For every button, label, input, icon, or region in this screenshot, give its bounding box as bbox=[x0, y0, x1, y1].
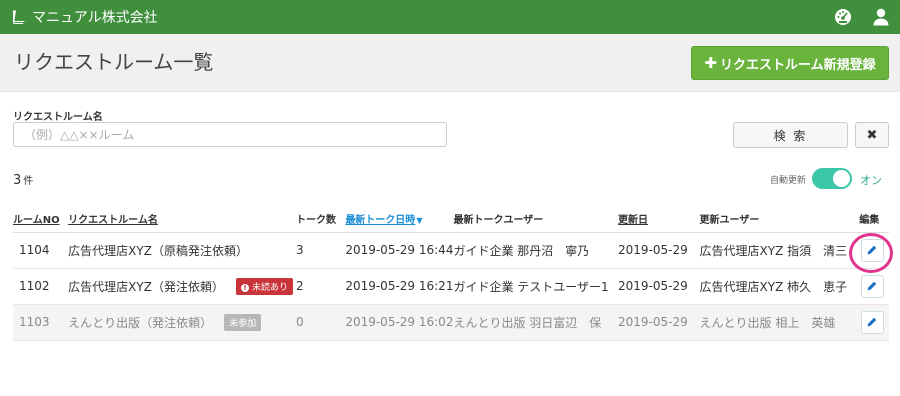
cell-edit bbox=[849, 304, 889, 341]
toggle-knob bbox=[833, 170, 850, 187]
cell-updated-user: えんとり出版 相上 英雄 bbox=[699, 304, 850, 341]
new-request-room-label: リクエストルーム新規登録 bbox=[719, 57, 876, 73]
auto-update-state: オン bbox=[860, 174, 882, 187]
table-row[interactable]: 1103 えんとり出版（発注依頼） 未参加 0 2019-05-29 16:02 … bbox=[13, 304, 889, 341]
auto-update-label: 自動更新 bbox=[770, 176, 807, 186]
room-name-label: リクエストルーム名 bbox=[13, 112, 103, 123]
cell-room-no: 1102 bbox=[13, 268, 69, 305]
brand[interactable]: マニュアル株式会社 bbox=[0, 7, 158, 27]
search-button[interactable]: 検 索 bbox=[733, 122, 848, 148]
pencil-icon bbox=[867, 317, 877, 327]
table-row[interactable]: 1104 広告代理店XYZ（原稿発注依頼） 3 2019-05-29 16:44… bbox=[13, 232, 889, 269]
cell-room-name: 広告代理店XYZ（原稿発注依頼） bbox=[68, 232, 297, 269]
column-room-no[interactable]: ルームNO bbox=[13, 206, 69, 233]
plus-icon: ✚ bbox=[704, 54, 717, 72]
page-title: リクエストルーム一覧 bbox=[14, 50, 214, 74]
user-icon[interactable] bbox=[872, 8, 890, 26]
new-request-room-button[interactable]: ✚ リクエストルーム新規登録 bbox=[691, 46, 889, 80]
column-updated[interactable]: 更新日 bbox=[618, 206, 700, 233]
room-name-text: えんとり出版（発注依頼） bbox=[68, 315, 213, 330]
column-edit: 編集 bbox=[849, 206, 889, 233]
edit-button[interactable] bbox=[860, 310, 884, 334]
request-room-table: ルームNO リクエストルーム名 トーク数 最新トーク日時▼ 最新トークユーザー … bbox=[13, 206, 889, 341]
cell-room-name: えんとり出版（発注依頼） 未参加 bbox=[68, 304, 297, 341]
auto-update-toggle[interactable] bbox=[812, 168, 852, 189]
cell-room-name: 広告代理店XYZ（発注依頼） ! 未読あり bbox=[68, 268, 297, 305]
book-icon bbox=[13, 10, 26, 24]
column-last-talk[interactable]: 最新トーク日時▼ bbox=[345, 206, 454, 233]
result-count-unit: 件 bbox=[23, 176, 34, 187]
info-icon: ! bbox=[240, 283, 249, 292]
cell-updated-user: 広告代理店XYZ 指須 清三 bbox=[699, 232, 850, 269]
column-last-user: 最新トークユーザー bbox=[453, 206, 619, 233]
edit-button[interactable] bbox=[860, 238, 884, 262]
pencil-icon bbox=[867, 281, 877, 291]
cell-room-no: 1104 bbox=[13, 232, 69, 269]
cell-last-talk: 2019-05-29 16:21 bbox=[345, 268, 454, 305]
cell-updated-user: 広告代理店XYZ 柿久 恵子 bbox=[699, 268, 850, 305]
app-title: マニュアル株式会社 bbox=[32, 10, 158, 26]
room-name-search-input[interactable] bbox=[13, 122, 447, 147]
pencil-icon bbox=[867, 245, 877, 255]
cell-talk-count: 0 bbox=[296, 304, 346, 341]
cell-updated: 2019-05-29 bbox=[618, 268, 700, 305]
column-updated-user: 更新ユーザー bbox=[699, 206, 850, 233]
result-count: 3件 bbox=[13, 172, 33, 188]
clear-button[interactable]: ✖ bbox=[855, 122, 889, 148]
not-joined-badge: 未参加 bbox=[224, 313, 262, 331]
room-name-text: 広告代理店XYZ（発注依頼） bbox=[68, 279, 224, 294]
table-row[interactable]: 1102 広告代理店XYZ（発注依頼） ! 未読あり 2 2019-05-29 16… bbox=[13, 268, 889, 305]
result-count-value: 3 bbox=[13, 173, 22, 188]
column-room-name[interactable]: リクエストルーム名 bbox=[68, 206, 297, 233]
cell-last-user: ガイド企業 テストユーザー1 bbox=[453, 268, 619, 305]
cell-updated: 2019-05-29 bbox=[618, 304, 700, 341]
cell-edit bbox=[849, 232, 889, 269]
cell-last-user: ガイド企業 那丹沼 寧乃 bbox=[453, 232, 619, 269]
dashboard-icon[interactable] bbox=[834, 8, 852, 26]
top-navbar: マニュアル株式会社 bbox=[0, 0, 900, 34]
cell-last-talk: 2019-05-29 16:02 bbox=[345, 304, 454, 341]
cell-talk-count: 2 bbox=[296, 268, 346, 305]
table-header-row: ルームNO リクエストルーム名 トーク数 最新トーク日時▼ 最新トークユーザー … bbox=[13, 206, 889, 233]
page-header: リクエストルーム一覧 ✚ リクエストルーム新規登録 bbox=[0, 34, 900, 92]
edit-button[interactable] bbox=[860, 274, 884, 298]
cell-talk-count: 3 bbox=[296, 232, 346, 269]
unread-badge: ! 未読あり bbox=[235, 277, 293, 295]
column-talk-count: トーク数 bbox=[296, 206, 346, 233]
cell-last-talk: 2019-05-29 16:44 bbox=[345, 232, 454, 269]
sort-desc-icon: ▼ bbox=[416, 216, 423, 226]
cell-updated: 2019-05-29 bbox=[618, 232, 700, 269]
cell-edit bbox=[849, 268, 889, 305]
cell-last-user: えんとり出版 羽日富辺 保 bbox=[453, 304, 619, 341]
cell-room-no: 1103 bbox=[13, 304, 69, 341]
